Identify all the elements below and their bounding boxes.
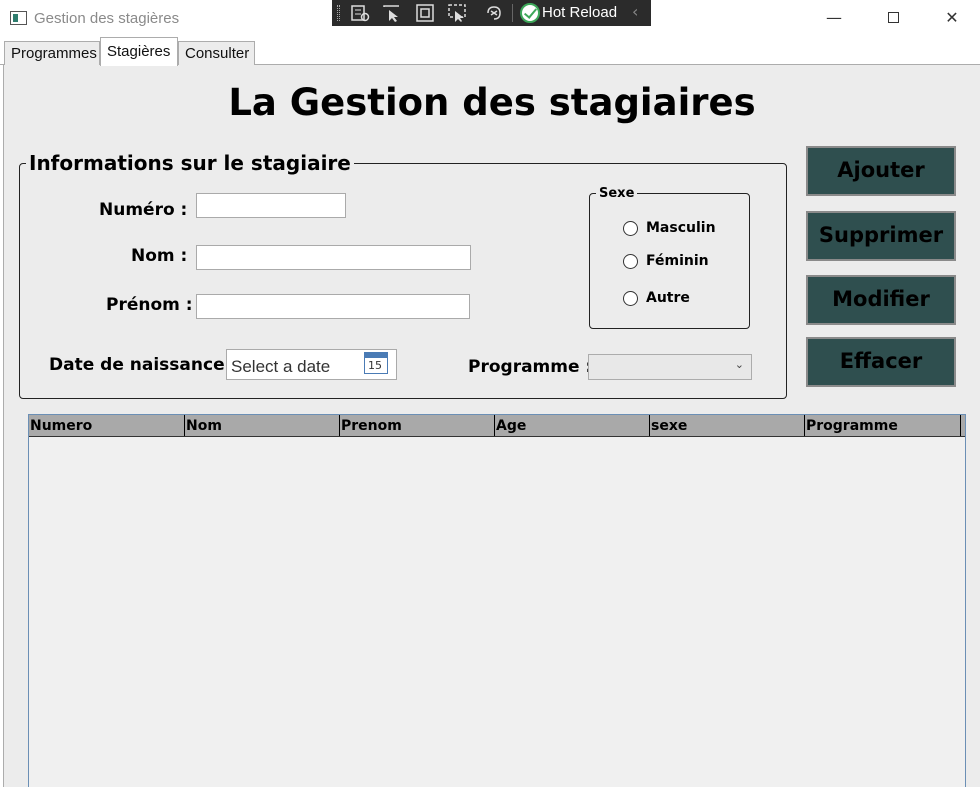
hot-reload-check-icon (520, 3, 540, 23)
minimize-button[interactable]: — (811, 6, 857, 32)
select-element-icon[interactable] (381, 3, 403, 23)
track-focused-element-icon[interactable] (446, 3, 468, 23)
maximize-icon (887, 12, 899, 23)
date-naissance-label: Date de naissance : (49, 355, 238, 375)
radio-circle-icon[interactable] (623, 221, 638, 236)
informations-groupbox: Informations sur le stagiaire Numéro : N… (19, 151, 787, 399)
radio-circle-icon[interactable] (623, 254, 638, 269)
numero-input[interactable] (196, 193, 346, 218)
date-input[interactable]: Select a date (230, 353, 361, 377)
calendar-icon[interactable]: 15 (364, 352, 388, 374)
tab-stagieres[interactable]: Stagières (100, 37, 178, 66)
column-header-age[interactable]: Age (494, 415, 650, 436)
calendar-day: 15 (368, 359, 382, 372)
nom-label: Nom : (131, 246, 188, 266)
tab-programmes[interactable]: Programmes (4, 41, 100, 65)
hot-reload-button[interactable]: Hot Reload (542, 4, 617, 21)
column-header-numero[interactable]: Numero (29, 415, 185, 436)
column-header-sexe[interactable]: sexe (649, 415, 805, 436)
maximize-button[interactable] (870, 6, 916, 32)
toolbar-separator (512, 4, 513, 22)
tab-content: La Gestion des stagiaires Informations s… (3, 65, 980, 787)
supprimer-button[interactable]: Supprimer (806, 211, 956, 261)
tab-strip: Programmes Stagières Consulter (0, 37, 980, 66)
radio-autre-label: Autre (646, 290, 690, 306)
column-header-programme[interactable]: Programme (804, 415, 961, 436)
radio-masculin-label: Masculin (646, 220, 716, 236)
radio-circle-icon[interactable] (623, 291, 638, 306)
app-icon (10, 11, 27, 25)
modifier-button[interactable]: Modifier (806, 275, 956, 325)
collapse-toolbar-button[interactable]: ‹ (632, 2, 638, 21)
display-layout-adorners-icon[interactable] (414, 3, 436, 23)
sexe-legend: Sexe (596, 186, 638, 201)
tab-consulter[interactable]: Consulter (178, 41, 255, 65)
grid-header: Numero Nom Prenom Age sexe Programme (29, 415, 965, 437)
ajouter-button[interactable]: Ajouter (806, 146, 956, 196)
column-header-prenom[interactable]: Prenom (339, 415, 495, 436)
close-button[interactable]: ✕ (929, 6, 975, 32)
informations-legend: Informations sur le stagiaire (26, 151, 354, 175)
radio-feminin-label: Féminin (646, 253, 709, 269)
effacer-button[interactable]: Effacer (806, 337, 956, 387)
sexe-groupbox: Sexe Masculin Féminin Autre (589, 186, 750, 329)
page-title: La Gestion des stagiaires (228, 81, 756, 124)
programme-select[interactable]: ⌄ (588, 354, 752, 380)
nom-input[interactable] (196, 245, 471, 270)
programme-label: Programme : (468, 357, 593, 377)
chevron-down-icon: ⌄ (734, 358, 744, 371)
binding-failures-icon[interactable] (483, 3, 505, 23)
prenom-input[interactable] (196, 294, 470, 319)
numero-label: Numéro : (99, 200, 188, 220)
live-visual-tree-icon[interactable] (349, 3, 371, 23)
grip-icon[interactable] (337, 5, 340, 21)
prenom-label: Prénom : (106, 295, 193, 315)
debug-toolbar: Hot Reload ‹ (332, 0, 651, 26)
date-naissance-picker[interactable]: Select a date 15 (226, 349, 397, 380)
window-title: Gestion des stagières (34, 10, 180, 27)
stagiaires-datagrid[interactable]: Numero Nom Prenom Age sexe Programme (28, 414, 966, 787)
column-header-nom[interactable]: Nom (184, 415, 340, 436)
